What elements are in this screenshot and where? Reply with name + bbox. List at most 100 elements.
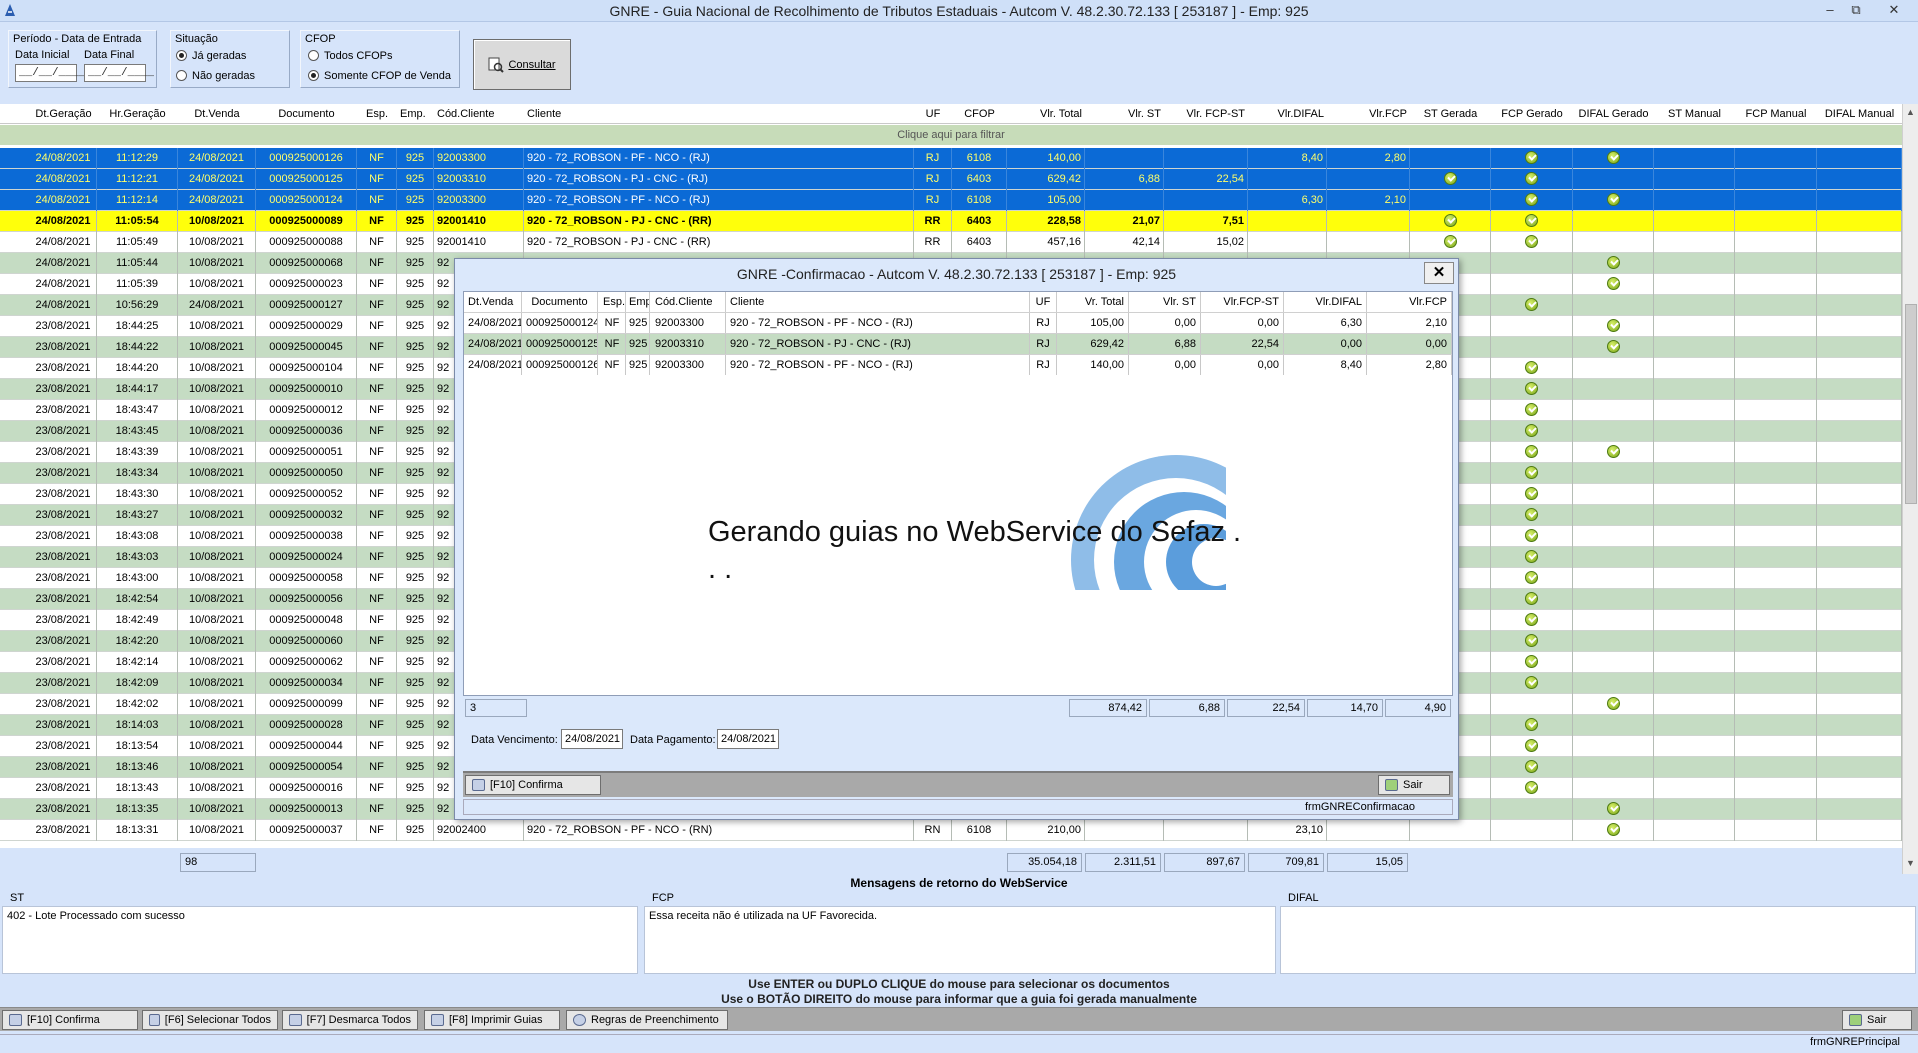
table-cell <box>1817 673 1902 694</box>
dialog-table-cell: 000925000124 <box>522 313 598 333</box>
radio-ja-geradas[interactable] <box>176 50 187 61</box>
grid-vertical-scrollbar[interactable]: ▲ ▼ <box>1902 104 1918 874</box>
dialog-grid[interactable]: Dt.VendaDocumentoEsp.Emp.Cód.ClienteClie… <box>463 291 1453 696</box>
dialog-column-header[interactable]: Cód.Cliente <box>651 292 726 312</box>
radio-ja-geradas-label[interactable]: Já geradas <box>192 50 246 62</box>
data-final-input[interactable]: __/__/____ <box>84 64 154 82</box>
check-cell <box>1491 274 1573 295</box>
dialog-column-header[interactable]: Vlr. ST <box>1129 292 1201 312</box>
table-row[interactable]: 24/08/2021 11:12:29 24/08/2021 000925000126… <box>0 148 1902 169</box>
table-cell: NF <box>357 610 397 631</box>
check-cell <box>1573 505 1654 526</box>
table-cell: 10/08/2021 <box>178 463 256 484</box>
column-header[interactable]: CFOP <box>952 104 1007 124</box>
dialog-close-icon[interactable]: ✕ <box>1424 262 1454 284</box>
data-inicial-input[interactable]: __/__/____ <box>15 64 85 82</box>
sair-button[interactable]: Sair <box>1842 1010 1912 1030</box>
table-cell: 10/08/2021 <box>178 568 256 589</box>
table-row[interactable]: 24/08/2021 11:12:14 24/08/2021 000925000124… <box>0 190 1902 211</box>
minimize-icon[interactable]: – <box>1819 1 1841 19</box>
radio-todos-cfops-label[interactable]: Todos CFOPs <box>324 50 392 62</box>
column-header[interactable]: Hr.Geração <box>97 104 178 124</box>
desmarca-todos-button[interactable]: [F7] Desmarca Todos <box>282 1010 418 1030</box>
column-header[interactable]: Documento <box>256 104 357 124</box>
dialog-table-row[interactable]: 24/08/2021 000925000124 NF 925 92003300 920 -… <box>464 312 1452 333</box>
dialog-confirma-button[interactable]: [F10] Confirma <box>465 775 601 795</box>
column-header[interactable]: Vlr.DIFAL <box>1248 104 1327 124</box>
dialog-table-cell: 92003300 <box>651 313 726 333</box>
table-row[interactable]: 24/08/2021 11:05:49 10/08/2021 000925000088… <box>0 232 1902 253</box>
dialog-sair-button[interactable]: Sair <box>1378 775 1450 795</box>
grid-filter-row[interactable]: Clique aqui para filtrar <box>0 125 1902 145</box>
column-header[interactable]: ST Manual <box>1654 104 1735 124</box>
periodo-group: Período - Data de Entrada Data Inicial D… <box>8 30 157 88</box>
radio-nao-geradas[interactable] <box>176 70 187 81</box>
scroll-down-icon[interactable]: ▼ <box>1906 858 1915 868</box>
selecionar-todos-button[interactable]: [F6] Selecionar Todos <box>142 1010 278 1030</box>
column-header[interactable]: DIFAL Gerado <box>1573 104 1654 124</box>
radio-somente-cfop-venda-label[interactable]: Somente CFOP de Venda <box>324 70 451 82</box>
check-icon <box>1525 172 1538 185</box>
column-header[interactable]: ST Gerada <box>1410 104 1491 124</box>
dialog-column-header[interactable]: Cliente <box>726 292 1030 312</box>
table-cell <box>1654 694 1735 715</box>
table-row[interactable]: 23/08/2021 18:13:31 10/08/2021 000925000037… <box>0 820 1902 841</box>
column-header[interactable]: UF <box>914 104 952 124</box>
dialog-column-header[interactable]: UF <box>1030 292 1057 312</box>
check-icon <box>1525 550 1538 563</box>
dialog-table-row[interactable]: 24/08/2021 000925000125 NF 925 92003310 920 -… <box>464 333 1452 354</box>
column-header[interactable]: Emp. <box>397 104 434 124</box>
restore-icon[interactable]: ⧉ <box>1845 1 1867 19</box>
radio-somente-cfop-venda[interactable] <box>308 70 319 81</box>
total-count: 98 <box>180 853 256 872</box>
close-icon[interactable]: ✕ <box>1883 1 1905 19</box>
column-header[interactable]: Vlr. ST <box>1085 104 1164 124</box>
st-message-box[interactable]: 402 - Lote Processado com sucesso <box>2 906 638 974</box>
column-header[interactable]: Cód.Cliente <box>434 104 524 124</box>
dialog-column-header[interactable]: Emp. <box>625 292 650 312</box>
table-cell: 24/08/2021 <box>178 295 256 316</box>
check-cell <box>1573 337 1654 358</box>
radio-todos-cfops[interactable] <box>308 50 319 61</box>
dialog-column-header[interactable]: Vlr.DIFAL <box>1284 292 1367 312</box>
scroll-up-icon[interactable]: ▲ <box>1906 107 1915 117</box>
regras-preenchimento-button[interactable]: Regras de Preenchimento <box>566 1010 728 1030</box>
dialog-column-header[interactable]: Dt.Venda <box>464 292 522 312</box>
radio-nao-geradas-label[interactable]: Não geradas <box>192 70 255 82</box>
table-cell <box>1817 610 1902 631</box>
table-cell: 11:05:39 <box>97 274 178 295</box>
imprimir-guias-button[interactable]: [F8] Imprimir Guias <box>424 1010 560 1030</box>
scroll-thumb[interactable] <box>1905 304 1917 504</box>
column-header[interactable]: Esp. <box>357 104 397 124</box>
check-icon <box>1525 466 1538 479</box>
fcp-message-box[interactable]: Essa receita não é utilizada na UF Favor… <box>644 906 1276 974</box>
check-cell <box>1573 190 1654 211</box>
dialog-column-header[interactable]: Vr. Total <box>1057 292 1129 312</box>
table-cell: 18:42:54 <box>97 589 178 610</box>
column-header[interactable]: Vlr. FCP-ST <box>1164 104 1248 124</box>
column-header[interactable]: Dt.Geração <box>30 104 97 124</box>
column-header[interactable]: FCP Gerado <box>1491 104 1573 124</box>
column-header[interactable]: Vlr.FCP <box>1327 104 1410 124</box>
table-cell: 18:13:43 <box>97 778 178 799</box>
consultar-button[interactable]: Consultar <box>473 39 571 90</box>
difal-message-box[interactable] <box>1280 906 1916 974</box>
table-cell: 18:13:54 <box>97 736 178 757</box>
column-header[interactable]: FCP Manual <box>1735 104 1817 124</box>
dialog-column-header[interactable]: Esp. <box>599 292 626 312</box>
column-header[interactable]: Dt.Venda <box>178 104 256 124</box>
pagamento-input[interactable]: 24/08/2021 <box>717 729 779 749</box>
column-header[interactable]: Vlr. Total <box>1007 104 1085 124</box>
check-icon <box>1606 277 1620 290</box>
confirma-button[interactable]: [F10] Confirma <box>2 1010 138 1030</box>
table-row[interactable]: 24/08/2021 11:12:21 24/08/2021 000925000125… <box>0 169 1902 190</box>
dialog-column-header[interactable]: Vlr.FCP-ST <box>1201 292 1284 312</box>
dialog-table-row[interactable]: 24/08/2021 000925000126 NF 925 92003300 920 -… <box>464 354 1452 375</box>
column-header[interactable]: Cliente <box>524 104 914 124</box>
table-row[interactable]: 24/08/2021 11:05:54 10/08/2021 000925000089… <box>0 211 1902 232</box>
dialog-column-header[interactable]: Documento <box>522 292 598 312</box>
column-header[interactable]: DIFAL Manual <box>1817 104 1902 124</box>
vencimento-input[interactable]: 24/08/2021 <box>561 729 623 749</box>
table-cell: 18:43:03 <box>97 547 178 568</box>
dialog-column-header[interactable]: Vlr.FCP <box>1367 292 1452 312</box>
